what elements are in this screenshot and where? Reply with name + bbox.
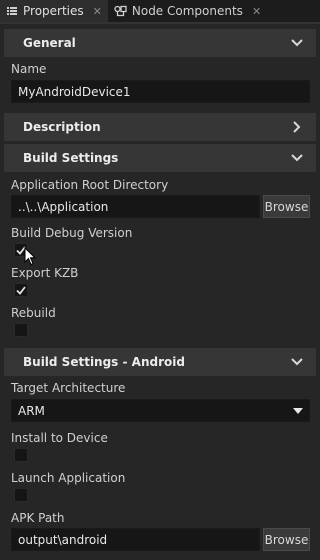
close-icon[interactable]: ✕ (252, 5, 261, 18)
rebuild-label: Rebuild (11, 306, 56, 320)
section-description-title: Description (23, 120, 101, 134)
export-kzb-label: Export KZB (11, 266, 79, 280)
chevron-right-icon (290, 120, 304, 134)
tab-node-components[interactable]: Node Components ✕ (108, 0, 267, 22)
apk-path-input[interactable]: output\android (11, 528, 260, 551)
section-description[interactable]: Description (4, 113, 316, 141)
list-icon (7, 7, 17, 15)
properties-panel: General Name MyAndroidDevice1 Descriptio… (0, 22, 320, 560)
section-general-title: General (23, 36, 76, 50)
install-checkbox[interactable] (14, 448, 28, 462)
launch-label: Launch Application (11, 471, 126, 485)
tab-properties[interactable]: Properties ✕ (0, 0, 108, 22)
section-android-title: Build Settings - Android (23, 355, 185, 369)
section-build-settings[interactable]: Build Settings (4, 144, 316, 172)
chevron-down-icon (290, 151, 304, 165)
section-build-settings-android[interactable]: Build Settings - Android (4, 348, 316, 376)
target-arch-label: Target Architecture (11, 381, 126, 395)
chevron-down-icon (290, 36, 304, 50)
target-arch-select[interactable]: ARM (11, 399, 310, 422)
components-icon (114, 5, 127, 17)
tab-properties-label: Properties (23, 4, 84, 18)
launch-checkbox[interactable] (14, 488, 28, 502)
section-build-title: Build Settings (23, 151, 119, 165)
target-arch-value: ARM (18, 403, 45, 418)
chevron-down-icon (290, 355, 304, 369)
name-label: Name (11, 62, 47, 76)
checkmark-icon (16, 285, 26, 295)
tab-bar: Properties ✕ Node Components ✕ (0, 0, 320, 22)
apk-path-label: APK Path (11, 511, 65, 525)
app-root-browse-button[interactable]: Browse (263, 195, 310, 218)
app-root-label: Application Root Directory (11, 178, 169, 192)
apk-path-browse-button[interactable]: Browse (263, 528, 310, 551)
close-icon[interactable]: ✕ (93, 5, 102, 18)
debug-label: Build Debug Version (11, 226, 133, 240)
section-general[interactable]: General (4, 29, 316, 57)
dropdown-arrow-icon (293, 407, 303, 414)
mouse-cursor-icon (24, 247, 36, 266)
app-root-input[interactable]: ..\..\Application (11, 195, 260, 218)
name-input[interactable]: MyAndroidDevice1 (11, 80, 310, 103)
tab-node-components-label: Node Components (131, 4, 243, 18)
export-kzb-checkbox[interactable] (14, 283, 28, 297)
rebuild-checkbox[interactable] (14, 323, 28, 337)
install-label: Install to Device (11, 431, 108, 445)
